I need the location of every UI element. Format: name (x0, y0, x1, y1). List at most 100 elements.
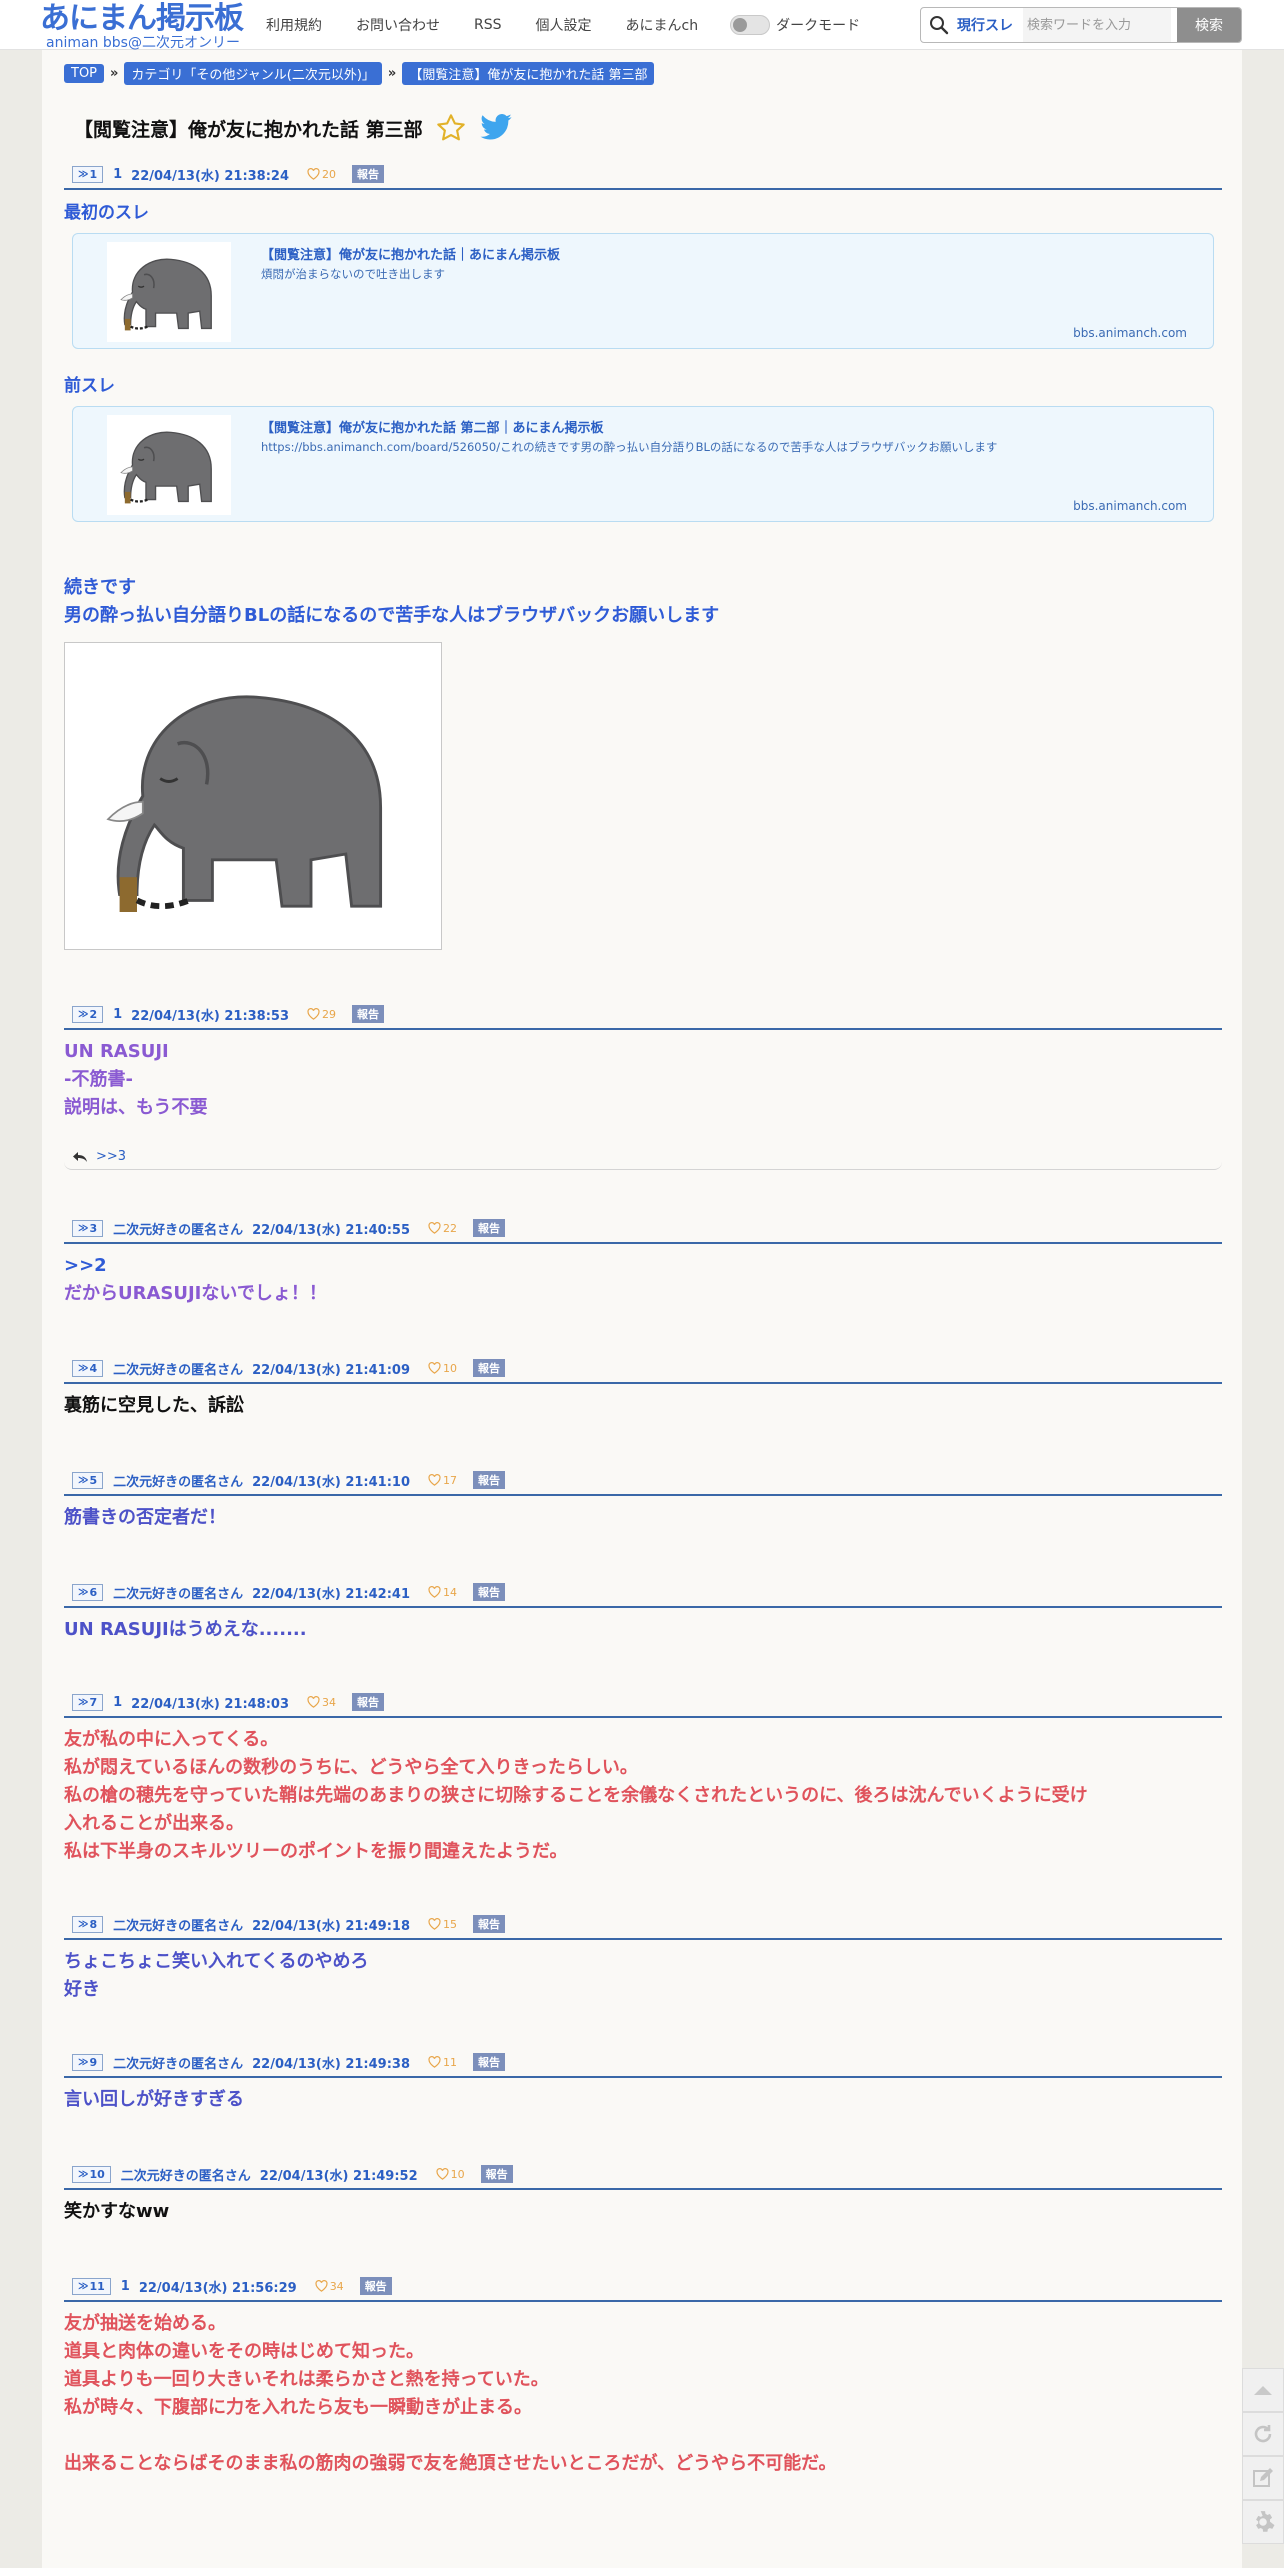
report-button[interactable]: 報告 (480, 2165, 513, 2183)
heart-outline-icon (428, 1222, 441, 1234)
post-line (64, 2422, 1222, 2450)
dark-mode-toggle[interactable]: ダークモード (730, 15, 860, 35)
breadcrumb-separator: » (110, 65, 119, 81)
like-button[interactable]: 20 (307, 168, 336, 181)
search-button[interactable]: 検索 (1177, 8, 1241, 42)
report-button[interactable]: 報告 (359, 2277, 392, 2295)
settings-gear-icon (1256, 2511, 1275, 2532)
res-number[interactable]: ≫ 10 (72, 2165, 111, 2183)
search-input[interactable] (1023, 8, 1171, 42)
heart-outline-icon (307, 1008, 320, 1020)
star-outline-icon[interactable] (435, 112, 467, 144)
report-button[interactable]: 報告 (473, 1915, 505, 1933)
poster-name: 二次元好きの匿名さん (113, 2056, 244, 2072)
twitter-bird-icon[interactable] (479, 113, 513, 143)
report-button[interactable]: 報告 (352, 1693, 385, 1711)
write-post-button[interactable] (1242, 2456, 1284, 2500)
like-button[interactable]: 17 (428, 1474, 457, 1487)
poster-name: 1 (113, 1006, 123, 1022)
thread-content: TOP » カテゴリ「その他ジャンル(二次元以外)」 » 【閲覧注意】俺が友に抱… (42, 50, 1242, 2568)
poster-name: 二次元好きの匿名さん (113, 1222, 244, 1238)
post-date: 22/04/13(水) 21:41:09 (252, 1362, 410, 1378)
post-date: 22/04/13(水) 21:48:03 (131, 1696, 290, 1712)
heart-outline-icon (428, 1474, 441, 1486)
anchor-link[interactable]: >>2 (64, 1252, 1222, 1280)
poster-name: 1 (120, 2278, 130, 2294)
nav-rss[interactable]: RSS (474, 17, 502, 33)
post-date: 22/04/13(水) 21:49:52 (259, 2168, 418, 2184)
nav-contact[interactable]: お問い合わせ (356, 15, 440, 35)
breadcrumb-thread[interactable]: 【閲覧注意】俺が友に抱かれた話 第三部 (402, 61, 655, 85)
res-number[interactable]: ≫ 1 (72, 165, 104, 183)
link-card-title: 【閲覧注意】俺が友に抱かれた話｜あにまん掲示板 (261, 248, 561, 263)
scroll-top-button[interactable] (1242, 2368, 1284, 2412)
like-count: 10 (443, 1361, 457, 1375)
post-7: ≫ 7 1 22/04/13(水) 21:48:03 34 報告 友が私の中に入っ… (64, 1688, 1222, 1866)
post-line: 続きです (64, 577, 136, 598)
nav-personal-settings[interactable]: 個人設定 (536, 15, 592, 35)
like-button[interactable]: 29 (307, 1008, 336, 1021)
report-button[interactable]: 報告 (352, 1005, 385, 1023)
post-line: UN RASUJI (64, 1041, 169, 1062)
site-logo[interactable]: あにまん掲示板 animan bbs@二次元オンリー (40, 2, 244, 51)
post-line: 私は下半身のスキルツリーのポイントを振り間違えたようだ。 (64, 1841, 568, 1862)
res-number-value: 3 (89, 1221, 98, 1235)
res-number[interactable]: ≫ 7 (72, 1693, 104, 1711)
res-number[interactable]: ≫ 11 (72, 2277, 111, 2295)
reload-button[interactable] (1242, 2412, 1284, 2456)
like-button[interactable]: 10 (436, 2168, 465, 2181)
toggle-switch[interactable] (730, 15, 771, 35)
breadcrumb-category[interactable]: カテゴリ「その他ジャンル(二次元以外)」 (124, 61, 382, 85)
res-number[interactable]: ≫ 9 (72, 2053, 104, 2071)
breadcrumb-top[interactable]: TOP (64, 63, 105, 83)
nav-terms[interactable]: 利用規約 (266, 15, 322, 35)
post-header: ≫ 4 二次元好きの匿名さん 22/04/13(水) 21:41:09 10 報告 (64, 1354, 1222, 1384)
res-number-value: 4 (89, 1361, 98, 1375)
link-card-first-thread[interactable]: 【閲覧注意】俺が友に抱かれた話｜あにまん掲示板 煩悶が治まらないので吐き出します… (72, 233, 1214, 349)
poster-name: 二次元好きの匿名さん (113, 1586, 244, 1602)
settings-button[interactable] (1242, 2500, 1284, 2544)
post-header: ≫ 10 二次元好きの匿名さん 22/04/13(水) 21:49:52 10 報… (64, 2160, 1222, 2190)
search-box: 現行スレ 検索 (920, 7, 1242, 43)
heart-outline-icon (428, 1586, 441, 1598)
heart-outline-icon (436, 2168, 449, 2180)
like-button[interactable]: 34 (307, 1696, 336, 1709)
like-button[interactable]: 14 (428, 1586, 457, 1599)
nav-animanch[interactable]: あにまんch (626, 15, 699, 35)
reply-anchor-link[interactable]: >>3 (96, 1149, 126, 1164)
res-number-value: 5 (89, 1473, 98, 1487)
link-card-prev-thread[interactable]: 【閲覧注意】俺が友に抱かれた話 第二部｜あにまん掲示板 https://bbs.… (72, 406, 1214, 522)
res-number[interactable]: ≫ 4 (72, 1359, 104, 1377)
res-number[interactable]: ≫ 2 (72, 1005, 104, 1023)
res-number[interactable]: ≫ 5 (72, 1471, 104, 1489)
like-button[interactable]: 34 (315, 2280, 344, 2293)
res-number[interactable]: ≫ 8 (72, 1915, 104, 1933)
report-button[interactable]: 報告 (473, 1359, 505, 1377)
poster-name: 二次元好きの匿名さん (120, 2168, 251, 2184)
like-button[interactable]: 22 (428, 1222, 457, 1235)
res-number[interactable]: ≫ 3 (72, 1219, 104, 1237)
post-line: 友が抽送を始める。 (64, 2313, 226, 2334)
report-button[interactable]: 報告 (352, 165, 385, 183)
elephant-thumbnail (107, 415, 231, 515)
report-button[interactable]: 報告 (473, 1471, 505, 1489)
post-header: ≫ 6 二次元好きの匿名さん 22/04/13(水) 21:42:41 14 報告 (64, 1578, 1222, 1608)
post-line: だからURASUJIないでしょ！！ (64, 1283, 327, 1304)
search-scope-select[interactable]: 現行スレ (957, 15, 1013, 35)
post-11: ≫ 11 1 22/04/13(水) 21:56:29 34 報告 友が抽送を始め… (64, 2272, 1222, 2478)
report-button[interactable]: 報告 (473, 1583, 505, 1601)
report-button[interactable]: 報告 (473, 2053, 505, 2071)
like-button[interactable]: 15 (428, 1918, 457, 1931)
like-count: 34 (329, 2279, 344, 2293)
post-date: 22/04/13(水) 21:56:29 (138, 2280, 297, 2296)
like-count: 11 (443, 2055, 457, 2069)
like-button[interactable]: 11 (428, 2056, 457, 2069)
post-2: ≫ 2 1 22/04/13(水) 21:38:53 29 報告 UN RASUJ… (64, 1000, 1222, 1170)
like-count: 14 (443, 1585, 457, 1599)
res-number[interactable]: ≫ 6 (72, 1583, 104, 1601)
report-button[interactable]: 報告 (473, 1219, 505, 1237)
like-button[interactable]: 10 (428, 1362, 457, 1375)
poster-name: 二次元好きの匿名さん (113, 1362, 244, 1378)
elephant-image[interactable] (64, 642, 442, 950)
top-header: あにまん掲示板 animan bbs@二次元オンリー 利用規約 お問い合わせ R… (0, 0, 1284, 50)
